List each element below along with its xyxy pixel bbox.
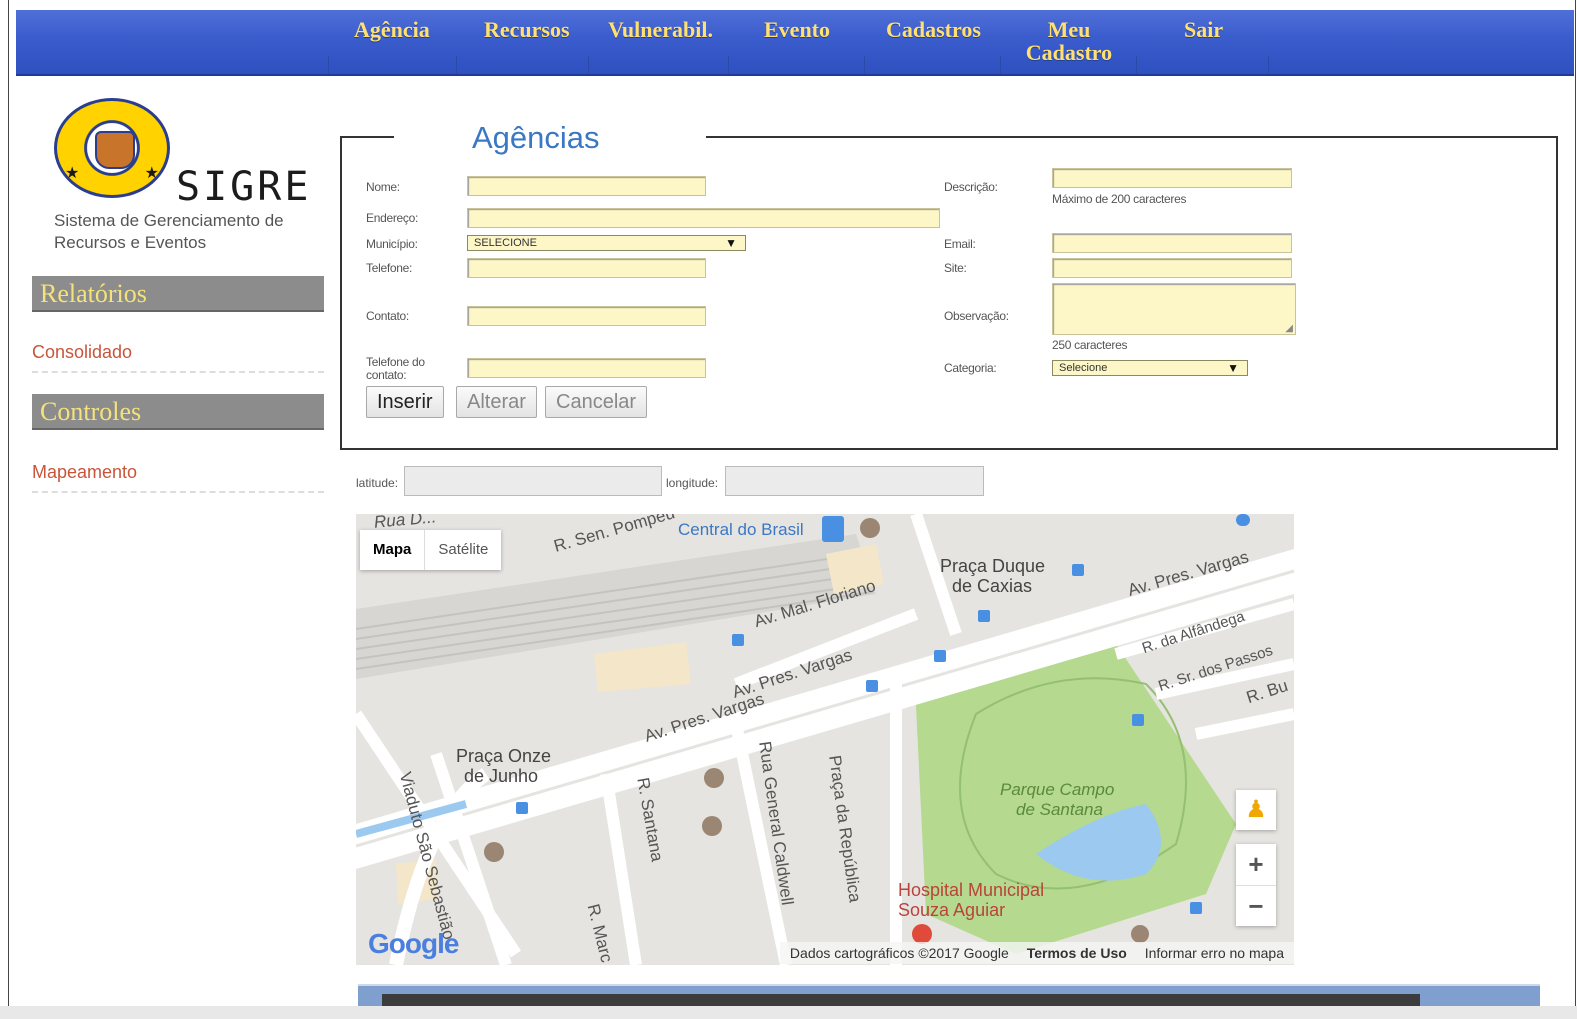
- resize-handle-icon[interactable]: ◢: [1285, 323, 1293, 334]
- map-label-central: Central do Brasil: [678, 520, 804, 539]
- form-legend: Agências: [394, 118, 620, 158]
- map-label: Parque Campo: [1000, 780, 1115, 799]
- map-type-satelite-button[interactable]: Satélite: [425, 530, 501, 570]
- label-observacao: Observação:: [944, 309, 1009, 323]
- label-endereco: Endereço:: [366, 211, 419, 225]
- nav-divider: [864, 56, 865, 74]
- report-error-link[interactable]: Informar erro no mapa: [1145, 945, 1284, 961]
- map-label: de Junho: [464, 766, 539, 786]
- label-longitude: longitude:: [666, 476, 719, 490]
- label-latitude: latitude:: [356, 476, 399, 490]
- label-contato: Contato:: [366, 309, 409, 323]
- google-logo: Google: [368, 928, 459, 960]
- nav-item-recursos[interactable]: Recursos: [484, 18, 570, 41]
- nav-divider: [328, 56, 329, 74]
- descricao-hint: Máximo de 200 caracteres: [1052, 192, 1187, 206]
- nav-item-evento[interactable]: Evento: [764, 18, 830, 41]
- label-descricao: Descrição:: [944, 180, 998, 194]
- map-type-control: Mapa Satélite: [360, 530, 502, 570]
- endereco-field[interactable]: [467, 208, 940, 228]
- logo-title: SIGRE: [176, 164, 312, 210]
- label-email: Email:: [944, 237, 976, 251]
- nav-item-cadastros[interactable]: Cadastros: [886, 18, 981, 41]
- google-map[interactable]: Rua D... R. Sen. Pompeu Central do Brasi…: [356, 514, 1294, 965]
- nav-item-vulnerabilidade[interactable]: Vulnerabil.: [608, 18, 713, 41]
- map-type-mapa-button[interactable]: Mapa: [360, 530, 426, 570]
- map-label: Praça Onze: [456, 746, 552, 766]
- email-field[interactable]: [1052, 233, 1292, 253]
- label-site: Site:: [944, 261, 967, 275]
- map-label: de Santana: [1016, 800, 1103, 819]
- nav-divider: [1268, 56, 1269, 74]
- contato-field[interactable]: [467, 306, 706, 326]
- nav-divider: [1136, 56, 1137, 74]
- zoom-in-button[interactable]: +: [1236, 844, 1276, 885]
- logo-subtitle-line1: Sistema de Gerenciamento de: [54, 211, 284, 230]
- categoria-selected-value: Selecione: [1059, 362, 1108, 374]
- dropdown-arrow-icon: ▼: [725, 236, 737, 250]
- cancel-button[interactable]: Cancelar: [545, 386, 648, 418]
- sidebar-heading-reports: Relatórios: [32, 276, 324, 312]
- sigre-logo: ★ ★ SIGRE Sistema de Gerenciamento de Rec…: [48, 92, 338, 262]
- logo-subtitle: Sistema de Gerenciamento de Recursos e E…: [54, 210, 284, 254]
- label-telefone-contato: Telefone do contato:: [366, 355, 425, 382]
- google-logo-text: Google: [368, 928, 459, 959]
- telefone-contato-field[interactable]: [467, 358, 706, 378]
- zoom-control: + −: [1236, 844, 1276, 926]
- observacao-hint: 250 caracteres: [1052, 338, 1128, 352]
- seal-emblem-icon: ★ ★: [54, 98, 170, 198]
- dropdown-arrow-icon: ▼: [1227, 361, 1239, 375]
- terms-link[interactable]: Termos de Uso: [1027, 945, 1127, 961]
- categoria-select[interactable]: Selecione ▼: [1052, 360, 1248, 376]
- map-attribution: Dados cartográficos ©2017 Google Termos …: [779, 942, 1294, 964]
- nome-field[interactable]: [467, 176, 706, 196]
- municipio-select[interactable]: SELECIONE ▼: [467, 235, 746, 251]
- nav-divider: [588, 56, 589, 74]
- label-categoria: Categoria:: [944, 361, 997, 375]
- latitude-field[interactable]: [404, 466, 662, 496]
- top-navigation: Agência Recursos Vulnerabil. Evento Cada…: [16, 10, 1574, 76]
- map-label-hospital: Souza Aguiar: [898, 900, 1006, 920]
- nav-item-meu-cadastro[interactable]: Meu Cadastro: [1024, 18, 1114, 64]
- map-label-hospital: Hospital Municipal: [898, 880, 1045, 900]
- map-label: de Caxias: [952, 576, 1033, 596]
- sidebar-link-consolidado[interactable]: Consolidado: [32, 342, 324, 373]
- observacao-textarea[interactable]: ◢: [1052, 283, 1296, 335]
- nav-item-sair[interactable]: Sair: [1184, 18, 1223, 41]
- longitude-field[interactable]: [725, 466, 984, 496]
- insert-button[interactable]: Inserir: [366, 386, 444, 418]
- label-municipio: Município:: [366, 237, 418, 251]
- telefone-field[interactable]: [467, 258, 706, 278]
- site-field[interactable]: [1052, 258, 1292, 278]
- label-telefone: Telefone:: [366, 261, 413, 275]
- nav-divider: [728, 56, 729, 74]
- descricao-field[interactable]: [1052, 168, 1292, 188]
- map-label: Praça Duque: [940, 556, 1046, 576]
- sidebar-heading-controls: Controles: [32, 394, 324, 430]
- label-nome: Nome:: [366, 180, 400, 194]
- nav-divider: [456, 56, 457, 74]
- map-data-credit: Dados cartográficos ©2017 Google: [789, 945, 1009, 961]
- sidebar-link-mapeamento[interactable]: Mapeamento: [32, 462, 324, 493]
- logo-subtitle-line2: Recursos e Eventos: [54, 233, 207, 252]
- page-bottom-strip: [0, 1006, 1577, 1019]
- municipio-selected-value: SELECIONE: [474, 237, 537, 249]
- alter-button[interactable]: Alterar: [456, 386, 537, 418]
- nav-item-agencia[interactable]: Agência: [354, 18, 430, 41]
- nav-divider: [1000, 56, 1001, 74]
- zoom-out-button[interactable]: −: [1236, 886, 1276, 927]
- street-view-pegman-icon[interactable]: ♟: [1236, 790, 1276, 830]
